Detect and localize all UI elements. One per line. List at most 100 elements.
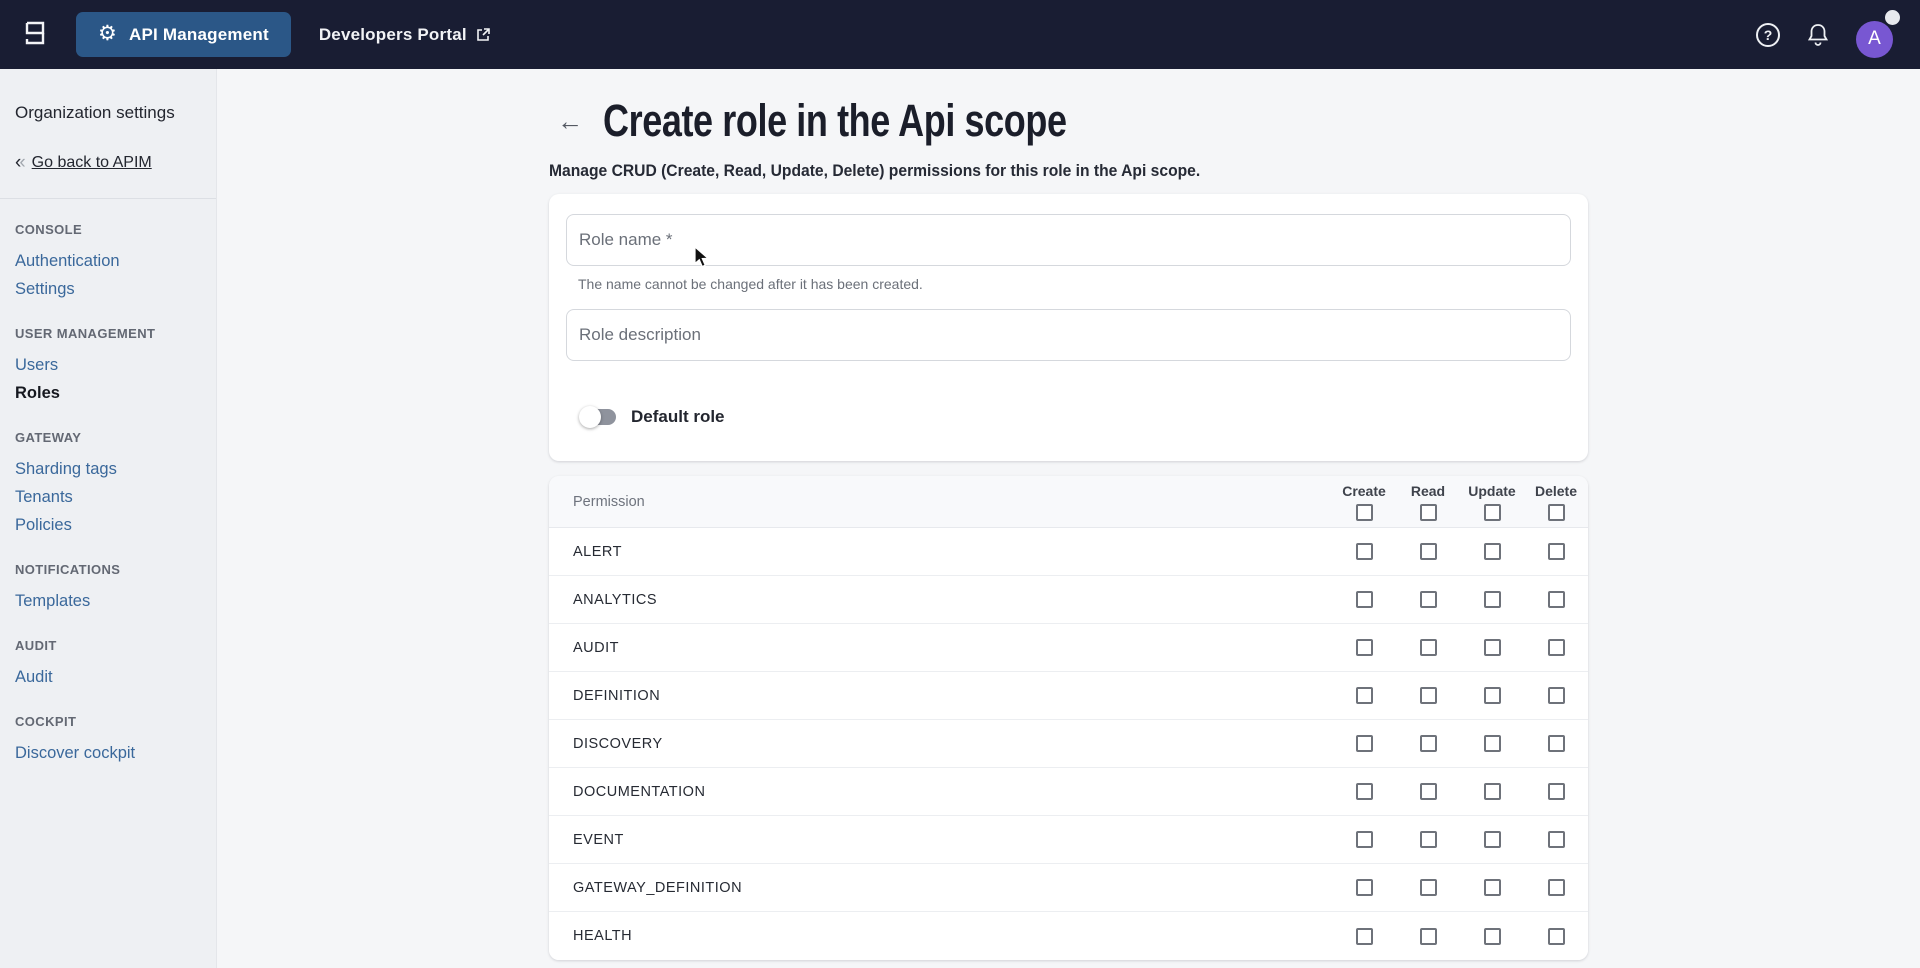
checkbox-alert-create[interactable]: [1356, 543, 1373, 560]
double-chevron-left-icon: ‹‹: [15, 153, 24, 172]
checkbox-event-read[interactable]: [1420, 831, 1437, 848]
checkbox-health-read[interactable]: [1420, 928, 1437, 945]
checkbox-event-update[interactable]: [1484, 831, 1501, 848]
permission-label-event: EVENT: [573, 832, 624, 848]
select-all-create-checkbox[interactable]: [1356, 504, 1373, 521]
sidebar-item-templates[interactable]: Templates: [15, 587, 202, 615]
page-subtitle: Manage CRUD (Create, Read, Update, Delet…: [549, 161, 1810, 181]
sidebar-title: Organization settings: [15, 103, 202, 123]
role-description-field-wrap: [566, 309, 1571, 361]
checkbox-alert-delete[interactable]: [1548, 543, 1565, 560]
checkbox-health-update[interactable]: [1484, 928, 1501, 945]
checkbox-alert-read[interactable]: [1420, 543, 1437, 560]
checkbox-documentation-create[interactable]: [1356, 783, 1373, 800]
permission-column-header: Permission: [573, 494, 645, 510]
back-arrow-button[interactable]: ←: [557, 108, 583, 134]
checkbox-alert-update[interactable]: [1484, 543, 1501, 560]
column-header-read: Read: [1396, 483, 1460, 521]
column-label-create: Create: [1342, 483, 1386, 499]
help-button[interactable]: ?: [1756, 23, 1780, 47]
sidebar-item-tenants[interactable]: Tenants: [15, 483, 202, 511]
checkbox-definition-update[interactable]: [1484, 687, 1501, 704]
toggle-thumb: [579, 406, 601, 428]
row-checkboxes-discovery: [1332, 735, 1588, 752]
user-menu[interactable]: A: [1856, 10, 1900, 60]
sidebar-item-roles[interactable]: Roles: [15, 379, 202, 407]
checkbox-analytics-create[interactable]: [1356, 591, 1373, 608]
column-header-update: Update: [1460, 483, 1524, 521]
table-row-audit: AUDIT: [549, 624, 1588, 672]
permission-label-definition: DEFINITION: [573, 688, 660, 704]
checkbox-event-create[interactable]: [1356, 831, 1373, 848]
role-description-input[interactable]: [579, 325, 1558, 345]
checkbox-gateway-definition-update[interactable]: [1484, 879, 1501, 896]
api-management-button[interactable]: ⚙ API Management: [76, 12, 291, 57]
permission-label-discovery: DISCOVERY: [573, 736, 663, 752]
checkbox-gateway-definition-delete[interactable]: [1548, 879, 1565, 896]
table-row-documentation: DOCUMENTATION: [549, 768, 1588, 816]
table-row-health: HEALTH: [549, 912, 1588, 960]
role-form-card: The name cannot be changed after it has …: [549, 194, 1588, 461]
checkbox-gateway-definition-create[interactable]: [1356, 879, 1373, 896]
row-checkboxes-event: [1332, 831, 1588, 848]
sidebar-item-sharding-tags[interactable]: Sharding tags: [15, 455, 202, 483]
sidebar-item-policies[interactable]: Policies: [15, 511, 202, 539]
checkbox-discovery-read[interactable]: [1420, 735, 1437, 752]
nav-section-user-management: USER MANAGEMENT: [15, 326, 202, 341]
permission-label-documentation: DOCUMENTATION: [573, 784, 705, 800]
sidebar-item-discover-cockpit[interactable]: Discover cockpit: [15, 739, 202, 767]
external-link-icon: [476, 27, 491, 42]
avatar[interactable]: A: [1856, 21, 1893, 58]
help-circle-question-icon: ?: [1756, 23, 1780, 47]
checkbox-definition-create[interactable]: [1356, 687, 1373, 704]
sidebar-item-authentication[interactable]: Authentication: [15, 247, 202, 275]
checkbox-health-delete[interactable]: [1548, 928, 1565, 945]
checkbox-analytics-update[interactable]: [1484, 591, 1501, 608]
row-checkboxes-audit: [1332, 639, 1588, 656]
developers-portal-link[interactable]: Developers Portal: [319, 25, 491, 45]
row-checkboxes-definition: [1332, 687, 1588, 704]
permission-label-gateway-definition: GATEWAY_DEFINITION: [573, 880, 742, 896]
table-row-definition: DEFINITION: [549, 672, 1588, 720]
checkbox-audit-delete[interactable]: [1548, 639, 1565, 656]
permission-label-health: HEALTH: [573, 928, 632, 944]
table-row-discovery: DISCOVERY: [549, 720, 1588, 768]
column-label-read: Read: [1411, 483, 1445, 499]
role-name-input[interactable]: [579, 230, 1558, 250]
checkbox-documentation-update[interactable]: [1484, 783, 1501, 800]
checkbox-audit-create[interactable]: [1356, 639, 1373, 656]
checkbox-discovery-create[interactable]: [1356, 735, 1373, 752]
checkbox-analytics-read[interactable]: [1420, 591, 1437, 608]
nav-section-notifications: NOTIFICATIONS: [15, 562, 202, 577]
checkbox-audit-read[interactable]: [1420, 639, 1437, 656]
nav-section-cockpit: COCKPIT: [15, 714, 202, 729]
checkbox-event-delete[interactable]: [1548, 831, 1565, 848]
go-back-to-apim-link[interactable]: ‹‹ Go back to APIM: [15, 153, 202, 172]
checkbox-documentation-read[interactable]: [1420, 783, 1437, 800]
checkbox-discovery-update[interactable]: [1484, 735, 1501, 752]
checkbox-gateway-definition-read[interactable]: [1420, 879, 1437, 896]
main-content: ← Create role in the Api scope Manage CR…: [217, 69, 1920, 968]
role-name-field-wrap: [566, 214, 1571, 266]
sidebar-item-settings[interactable]: Settings: [15, 275, 202, 303]
sidebar-item-users[interactable]: Users: [15, 351, 202, 379]
default-role-label: Default role: [631, 407, 725, 427]
checkbox-definition-delete[interactable]: [1548, 687, 1565, 704]
checkbox-definition-read[interactable]: [1420, 687, 1437, 704]
nav-section-audit: AUDIT: [15, 638, 202, 653]
checkbox-documentation-delete[interactable]: [1548, 783, 1565, 800]
default-role-toggle[interactable]: [581, 408, 616, 426]
checkbox-health-create[interactable]: [1356, 928, 1373, 945]
notifications-button[interactable]: [1806, 22, 1830, 48]
select-all-delete-checkbox[interactable]: [1548, 504, 1565, 521]
select-all-update-checkbox[interactable]: [1484, 504, 1501, 521]
select-all-read-checkbox[interactable]: [1420, 504, 1437, 521]
sidebar-item-audit[interactable]: Audit: [15, 663, 202, 691]
gravitee-logo-icon[interactable]: [18, 15, 52, 55]
developers-portal-label: Developers Portal: [319, 25, 467, 45]
table-row-analytics: ANALYTICS: [549, 576, 1588, 624]
checkbox-audit-update[interactable]: [1484, 639, 1501, 656]
page-title: Create role in the Api scope: [603, 95, 1067, 147]
checkbox-discovery-delete[interactable]: [1548, 735, 1565, 752]
checkbox-analytics-delete[interactable]: [1548, 591, 1565, 608]
